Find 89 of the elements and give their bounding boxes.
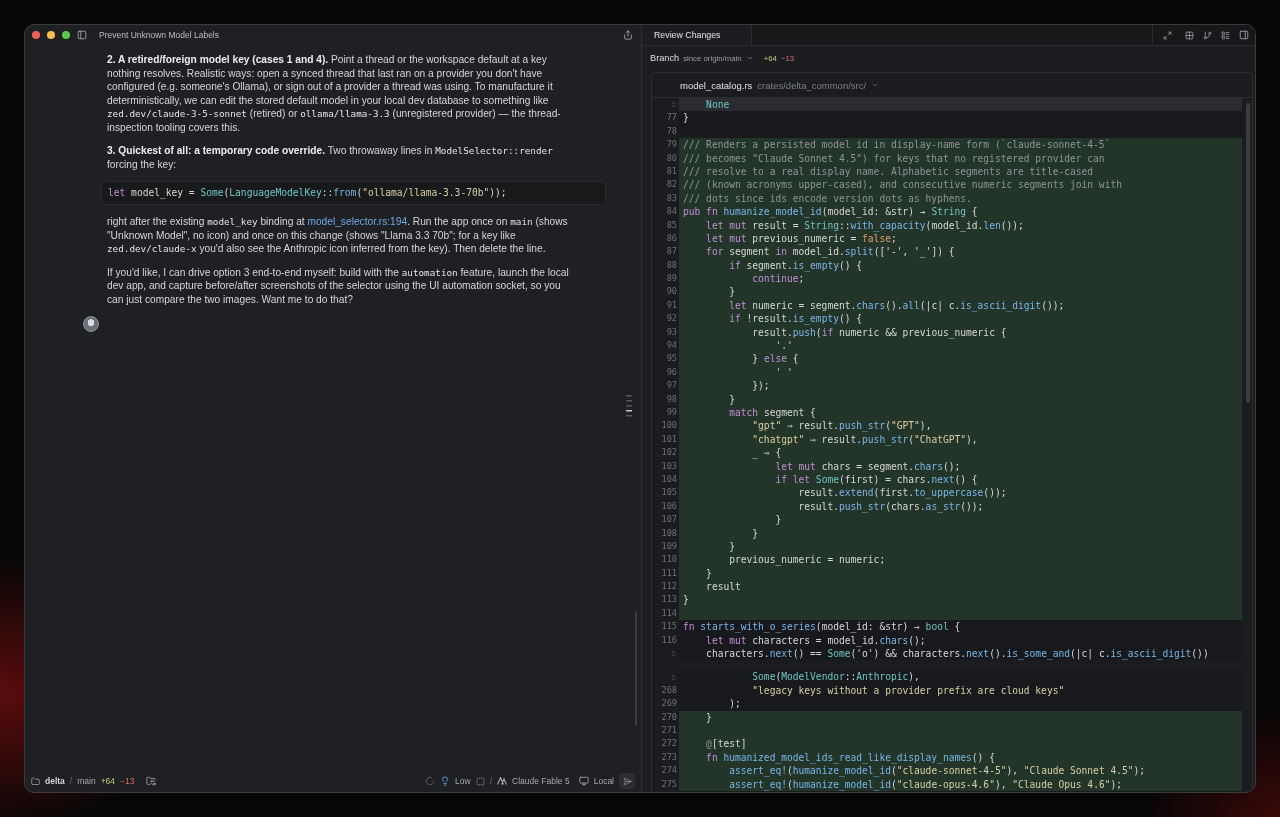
window-title: Prevent Unknown Model Labels <box>99 30 220 40</box>
line-number: 78 <box>666 124 677 138</box>
lines-added: +64 <box>100 776 116 786</box>
line-number: 79 <box>666 138 677 152</box>
line-number: 97 <box>666 379 677 393</box>
line-number: 83 <box>666 191 677 205</box>
line-number: 82 <box>666 178 677 192</box>
line-number: 95 <box>666 352 677 366</box>
model-name[interactable]: Claude Fable 5 <box>512 776 570 786</box>
send-button[interactable] <box>619 773 635 789</box>
line-number: 102 <box>661 446 677 460</box>
list-icon[interactable] <box>1221 30 1230 40</box>
line-number: 114 <box>661 606 677 620</box>
line-number: 271 <box>661 723 677 737</box>
line-number: 108 <box>661 526 677 540</box>
model-separator: / <box>489 776 492 786</box>
line-number: 85 <box>666 218 677 232</box>
project-name[interactable]: delta <box>45 776 65 786</box>
line-number: 89 <box>666 272 677 286</box>
avatar <box>83 316 99 332</box>
file-path: crates/delta_common/src/ <box>757 79 867 91</box>
line-number: 91 <box>666 298 677 312</box>
line-number: 105 <box>661 486 677 500</box>
branch-name[interactable]: main <box>77 776 96 786</box>
code-block: let model_key = Some(LanguageModelKey::from("ollama/llama-3.3-70b")); <box>101 181 606 205</box>
line-number: 92 <box>666 312 677 326</box>
line-number: 274 <box>661 764 677 778</box>
line-number: 94 <box>666 339 677 353</box>
review-tab[interactable]: Review Changes <box>642 25 752 45</box>
message-paragraph: If you'd like, I can drive option 3 end-to-end myself: build with the automation feature, launch the local dev app, and capture before/after screenshots of the selector using the UI automation socket, so you can just compare the two images. Want me to do that? <box>107 265 570 306</box>
line-number: 84 <box>666 205 677 219</box>
effort-level[interactable]: Low <box>455 776 471 786</box>
line-number: 113 <box>661 593 677 607</box>
lines-removed: −13 <box>120 776 135 786</box>
line-number: 106 <box>661 499 677 513</box>
sidebar-toggle-icon[interactable] <box>77 30 87 40</box>
line-number: 87 <box>666 245 677 259</box>
line-number: 270 <box>661 710 677 724</box>
line-number: 268 <box>661 683 677 697</box>
grid-icon[interactable] <box>1185 30 1194 40</box>
line-number: 93 <box>666 325 677 339</box>
spinner-icon <box>425 776 436 786</box>
expand-icon[interactable] <box>1163 30 1172 40</box>
line-number: 80 <box>666 151 677 165</box>
line-number: 110 <box>661 553 677 567</box>
line-number: 98 <box>666 392 677 406</box>
line-number: 101 <box>661 432 677 446</box>
location-label[interactable]: Local <box>593 776 614 786</box>
message-paragraph: 2. A retired/foreign model key (cases 1 and 4). Point a thread or the workspace default at a key nothing resolves. Realistic ways: open a synced thread that last ran on a provider you don't have configured (e.g. someone's Ollama), or sign out of a provider a thread was using. To manufacture it deterministically, we can edit the stored default model in your local dev database to something like zed.dev/claude-3-5-sonnet (retired) or ollama/llama-3.3 (unregistered provider) — the thread-inspection tooling covers this. <box>107 53 562 134</box>
lightbulb-icon[interactable] <box>440 776 451 786</box>
chevron-down-icon[interactable] <box>745 54 754 62</box>
line-number: 272 <box>661 737 677 751</box>
message-paragraph: right after the existing model_key binding at model_selector.rs:194. Run the app once on main (shows "Unknown Model", no icon) and once on this change (shows "Llama 3.3 70b"; for a key like zed.dev/claude-x you'd also see the Anthropic icon inferred from the key). Then delete the line. <box>107 215 569 256</box>
maximize-button[interactable] <box>62 31 70 39</box>
line-number: 100 <box>661 419 677 433</box>
line-number: 273 <box>661 750 677 764</box>
branch-icon[interactable] <box>1203 30 1212 40</box>
line-number: 111 <box>661 566 677 580</box>
line-number: 88 <box>666 258 677 272</box>
line-number: 269 <box>661 697 677 711</box>
line-number: 107 <box>661 513 677 527</box>
folder-icon <box>31 776 40 786</box>
monitor-icon <box>578 776 589 786</box>
message-paragraph: 3. Quickest of all: a temporary code override. Two throwaway lines in ModelSelector::render forcing the key: <box>107 144 554 171</box>
chevron-down-icon[interactable] <box>871 81 880 89</box>
share-icon[interactable] <box>623 30 633 40</box>
right-panel-icon[interactable] <box>1239 30 1249 40</box>
line-number: 275 <box>661 777 677 791</box>
close-button[interactable] <box>32 31 40 39</box>
line-number: 96 <box>666 365 677 379</box>
line-number: 77 <box>666 111 677 125</box>
line-number: 109 <box>661 539 677 553</box>
line-number: 104 <box>661 472 677 486</box>
line-number: 86 <box>666 231 677 245</box>
line-number: 90 <box>666 285 677 299</box>
branch-label: Branch <box>650 53 680 63</box>
line-number: 103 <box>661 459 677 473</box>
line-number: 115 <box>661 620 677 634</box>
line-number: 112 <box>661 580 677 594</box>
line-number: 99 <box>666 406 677 419</box>
scrollbar-thumb[interactable] <box>1246 103 1250 403</box>
folder-sync-icon[interactable] <box>145 776 156 786</box>
line-number: 81 <box>666 164 677 178</box>
send-icon <box>622 776 632 786</box>
minimize-button[interactable] <box>47 31 55 39</box>
file-name[interactable]: model_catalog.rs <box>680 79 753 91</box>
line-number: 116 <box>661 633 677 647</box>
path-separator: / <box>69 776 73 786</box>
peak-icon <box>497 777 507 785</box>
